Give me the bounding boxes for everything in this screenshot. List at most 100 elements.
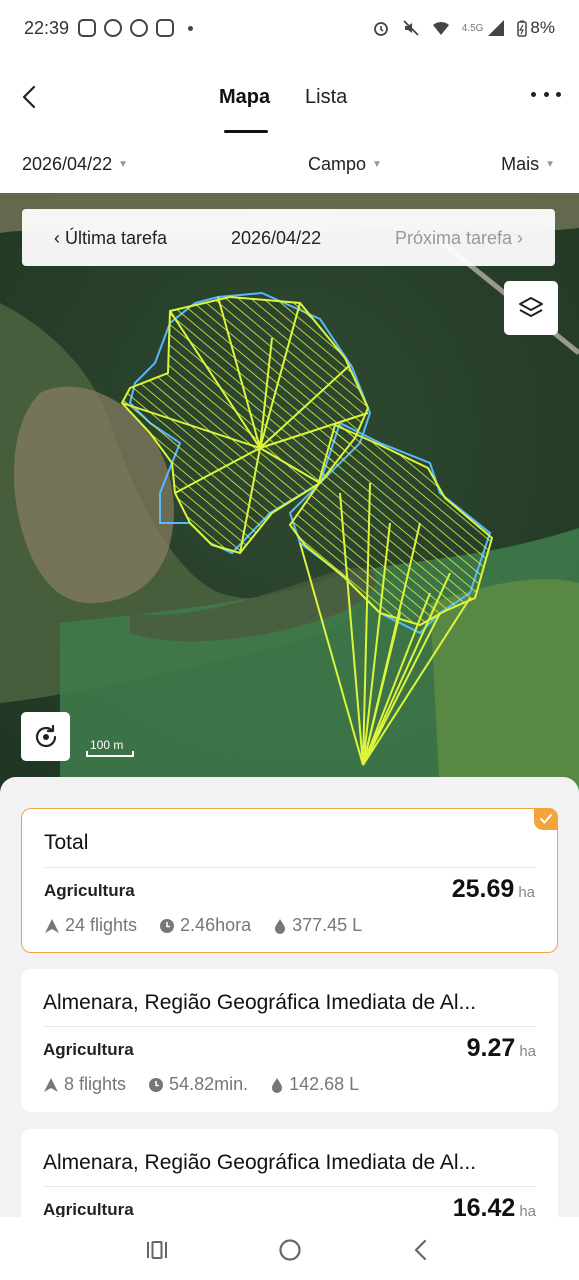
duration-value: 2.46hora: [180, 915, 252, 935]
next-task-label: Próxima tarefa: [394, 228, 512, 248]
selected-badge: [534, 808, 558, 830]
card-title: Almenara, Região Geográfica Imediata de …: [43, 991, 477, 1014]
flights-stat: 8 flights: [43, 1074, 126, 1095]
clock-icon: [149, 1077, 164, 1092]
area-value: 9.27: [466, 1034, 516, 1062]
more-options-button[interactable]: [531, 92, 561, 102]
card-type: Agricultura: [43, 1040, 134, 1059]
volume-stat: 142.68 L: [270, 1074, 359, 1095]
flights-stat: 24 flights: [44, 915, 137, 936]
top-header: Mapa Lista: [0, 58, 579, 138]
back-arrow-icon: [414, 1239, 427, 1261]
signal-icon: [488, 20, 505, 36]
map-canvas[interactable]: [0, 193, 579, 798]
card-title: Total: [44, 831, 89, 854]
task-date: 2026/04/22: [231, 228, 322, 248]
duration-stat: 2.46hora: [159, 915, 251, 936]
recent-apps-icon: [147, 1241, 167, 1259]
battery-icon: [517, 20, 528, 37]
recenter-icon: [35, 724, 56, 747]
check-icon: [540, 814, 552, 824]
tab-map[interactable]: Mapa: [219, 86, 270, 109]
previous-task-button[interactable]: ‹ Última tarefa: [54, 228, 167, 249]
summary-card-field[interactable]: Almenara, Região Geográfica Imediata de …: [21, 969, 558, 1112]
card-divider: [44, 867, 535, 868]
card-divider: [43, 1186, 536, 1187]
volume-stat: 377.45 L: [273, 915, 362, 936]
task-navigator: ‹ Última tarefa 2026/04/22 Próxima taref…: [22, 209, 555, 266]
area-unit: ha: [519, 1203, 536, 1217]
card-stats: 24 flights 2.46hora 377.45 L: [44, 915, 362, 936]
mute-icon: [403, 20, 419, 36]
field-right: [430, 579, 579, 798]
more-filter-label: Mais: [501, 154, 540, 174]
recenter-button[interactable]: [21, 712, 70, 761]
map-scale: 100 m: [86, 738, 134, 760]
area-unit: ha: [518, 884, 535, 901]
flights-count: 8 flights: [64, 1074, 127, 1094]
screenshot-icon: [156, 19, 174, 37]
summary-panel: Total Agricultura 25.69 ha 24 flights 2.4…: [0, 777, 579, 1217]
system-back-button[interactable]: [406, 1235, 436, 1265]
tab-list[interactable]: Lista: [305, 86, 347, 109]
chevron-down-icon: ▼: [545, 159, 555, 170]
home-icon: [279, 1239, 301, 1261]
date-filter[interactable]: 2026/04/22 ▼: [22, 154, 128, 175]
area-value: 16.42: [452, 1194, 516, 1217]
drone-icon: [45, 918, 59, 933]
home-button[interactable]: [275, 1235, 305, 1265]
layers-button[interactable]: [504, 281, 558, 335]
volume-value: 377.45 L: [292, 915, 363, 935]
status-bar: 22:39 4.5G 8%: [0, 0, 579, 58]
volume-value: 142.68 L: [289, 1074, 360, 1094]
card-area: 9.27 ha: [467, 1034, 536, 1063]
more-notifications-icon: [188, 26, 193, 31]
drone-icon: [44, 1077, 58, 1092]
facebook-icon: [130, 19, 148, 37]
chevron-down-icon: ▼: [118, 159, 128, 170]
dot: [556, 92, 561, 97]
summary-card-total[interactable]: Total Agricultura 25.69 ha 24 flights 2.4…: [21, 808, 558, 953]
clock-icon: [160, 918, 175, 933]
notification-icons: [78, 19, 193, 37]
date-filter-label: 2026/04/22: [22, 154, 113, 174]
flights-count: 24 flights: [65, 915, 138, 935]
recent-apps-button[interactable]: [142, 1235, 172, 1265]
system-navigation-bar: [0, 1217, 579, 1280]
duration-stat: 54.82min.: [148, 1074, 248, 1095]
dot: [531, 92, 536, 97]
field-filter[interactable]: Campo ▼: [308, 154, 382, 175]
card-area: 25.69 ha: [452, 875, 535, 904]
status-time: 22:39: [24, 18, 70, 38]
card-stats: 8 flights 54.82min. 142.68 L: [43, 1074, 359, 1095]
more-filter[interactable]: Mais ▼: [501, 154, 555, 175]
layers-icon: [519, 297, 543, 317]
chevron-down-icon: ▼: [372, 159, 382, 170]
droplet-icon: [272, 1077, 283, 1093]
back-button[interactable]: [14, 82, 44, 112]
area-value: 25.69: [451, 875, 515, 903]
next-task-button[interactable]: Próxima tarefa ›: [395, 228, 523, 249]
whatsapp-icon: [104, 19, 122, 37]
battery-level: 8%: [517, 18, 555, 38]
card-type: Agricultura: [43, 1200, 134, 1217]
summary-card-field[interactable]: Almenara, Região Geográfica Imediata de …: [21, 1129, 558, 1217]
chevron-left-icon: [22, 85, 36, 109]
filter-bar: 2026/04/22 ▼ Campo ▼ Mais ▼: [0, 138, 579, 193]
droplet-icon: [275, 918, 286, 934]
network-type: 4.5G: [461, 22, 484, 34]
scale-bar: [86, 751, 134, 757]
card-title: Almenara, Região Geográfica Imediata de …: [43, 1151, 477, 1174]
card-divider: [43, 1026, 536, 1027]
satellite-map[interactable]: ‹ Última tarefa 2026/04/22 Próxima taref…: [0, 193, 579, 798]
previous-task-label: Última tarefa: [65, 228, 168, 248]
system-icons: 4.5G 8%: [372, 18, 555, 38]
card-type: Agricultura: [44, 881, 135, 900]
field-filter-label: Campo: [308, 154, 367, 174]
area-unit: ha: [519, 1043, 536, 1060]
card-area: 16.42 ha: [453, 1194, 536, 1217]
duration-value: 54.82min.: [169, 1074, 249, 1094]
instagram-icon: [78, 19, 96, 37]
battery-percent: 8%: [530, 18, 555, 37]
scale-label: 100 m: [90, 738, 124, 752]
